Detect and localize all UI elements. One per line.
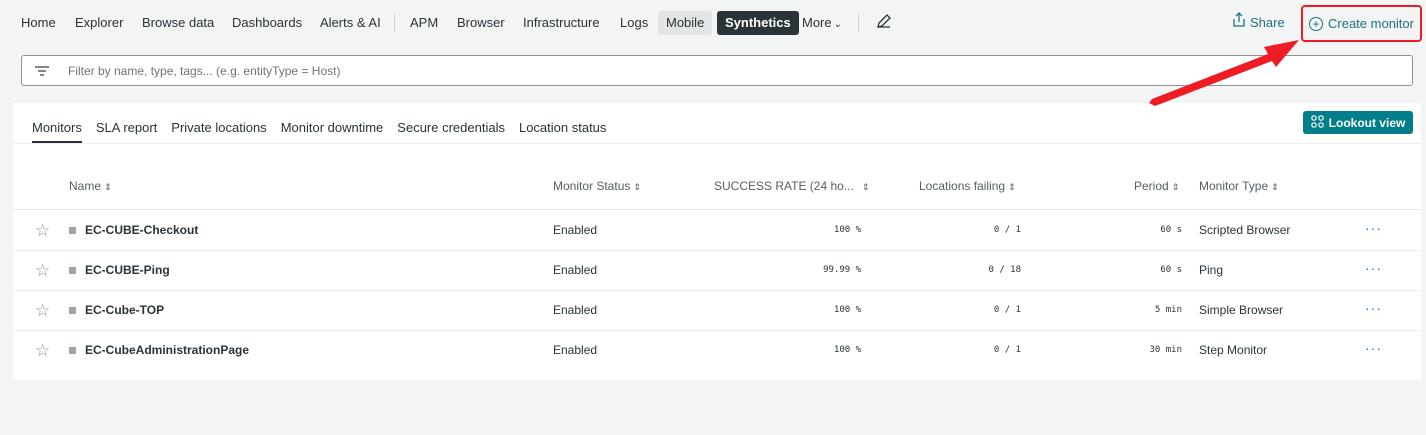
- success-rate: 100 %: [833, 345, 861, 355]
- monitor-type: Scripted Browser: [1199, 223, 1291, 237]
- monitor-name[interactable]: EC-CubeAdministrationPage: [85, 343, 249, 357]
- share-icon: [1232, 11, 1246, 35]
- col-success-label: SUCCESS RATE (24 ho...: [714, 179, 854, 193]
- star-icon[interactable]: ☆: [35, 262, 50, 279]
- share-label: Share: [1250, 15, 1285, 30]
- monitor-type: Step Monitor: [1199, 343, 1268, 357]
- period: 5 min: [1154, 305, 1182, 315]
- ellipsis-icon[interactable]: ···: [1365, 220, 1382, 236]
- monitor-status: Enabled: [553, 263, 598, 277]
- nav-synthetics[interactable]: Synthetics: [717, 11, 799, 35]
- sort-icon: ⇕: [104, 182, 112, 192]
- nav-explorer[interactable]: Explorer: [75, 11, 123, 35]
- col-period-label: Period: [1134, 179, 1169, 193]
- col-failing-label: Locations failing: [919, 179, 1006, 193]
- success-rate: 100 %: [833, 225, 861, 235]
- nav-dashboards[interactable]: Dashboards: [232, 11, 302, 35]
- tab-location-status[interactable]: Location status: [519, 117, 606, 143]
- col-success-rate[interactable]: SUCCESS RATE (24 ho... ⇕: [714, 179, 869, 193]
- col-name[interactable]: Name ⇕: [69, 179, 112, 193]
- lookout-view-label: Lookout view: [1328, 115, 1406, 130]
- nav-divider: [394, 14, 395, 32]
- sort-icon: ⇕: [1171, 182, 1180, 192]
- tab-private-locations[interactable]: Private locations: [171, 117, 266, 143]
- locations-failing: 0 / 18: [988, 265, 1021, 275]
- top-navigation: Home Explorer Browse data Dashboards Ale…: [0, 0, 1426, 45]
- table-row[interactable]: ☆ EC-CUBE-Ping Enabled 99.99 % 0 / 18 60…: [13, 251, 1421, 291]
- star-icon[interactable]: ☆: [35, 222, 50, 239]
- monitors-panel: Monitors SLA report Private locations Mo…: [13, 103, 1421, 380]
- nav-infrastructure[interactable]: Infrastructure: [523, 11, 600, 35]
- nav-more-label: More: [802, 15, 832, 30]
- monitor-status: Enabled: [553, 343, 598, 357]
- ellipsis-icon[interactable]: ···: [1365, 340, 1382, 356]
- period: 60 s: [1160, 265, 1182, 275]
- create-monitor-label: Create monitor: [1328, 16, 1414, 31]
- filter-icon: [22, 65, 62, 77]
- tab-bar: Monitors SLA report Private locations Mo…: [32, 117, 606, 143]
- filter-bar: [21, 55, 1413, 86]
- col-type-label: Monitor Type: [1199, 179, 1269, 193]
- monitor-name[interactable]: EC-Cube-TOP: [85, 303, 164, 317]
- table-header: Name ⇕ Monitor Status ⇕ SUCCESS RATE (24 h…: [13, 177, 1421, 210]
- lookout-view-button[interactable]: Lookout view: [1303, 111, 1413, 134]
- ellipsis-icon[interactable]: ···: [1365, 260, 1382, 276]
- filter-input[interactable]: [68, 63, 1368, 78]
- nav-mobile[interactable]: Mobile: [658, 11, 713, 35]
- status-square: [69, 347, 76, 354]
- tab-secure-credentials[interactable]: Secure credentials: [397, 117, 505, 143]
- create-monitor-button[interactable]: + Create monitor: [1301, 5, 1422, 42]
- status-square: [69, 267, 76, 274]
- period: 60 s: [1160, 225, 1182, 235]
- sort-icon: ⇕: [1271, 182, 1279, 192]
- period: 30 min: [1149, 345, 1182, 355]
- status-square: [69, 227, 76, 234]
- monitor-name[interactable]: EC-CUBE-Checkout: [85, 223, 198, 237]
- monitor-status: Enabled: [553, 303, 598, 317]
- share-button[interactable]: Share: [1232, 11, 1285, 35]
- nav-more[interactable]: More ⌄: [802, 11, 842, 35]
- locations-failing: 0 / 1: [993, 345, 1021, 355]
- col-status-label: Monitor Status: [553, 179, 631, 193]
- monitor-type: Simple Browser: [1199, 303, 1284, 317]
- nav-apm[interactable]: APM: [410, 11, 438, 35]
- locations-failing: 0 / 1: [993, 225, 1021, 235]
- nav-home[interactable]: Home: [21, 11, 56, 35]
- star-icon[interactable]: ☆: [35, 342, 50, 359]
- success-rate: 99.99 %: [823, 265, 861, 275]
- nav-logs[interactable]: Logs: [620, 11, 648, 35]
- status-square: [69, 307, 76, 314]
- col-name-label: Name: [69, 179, 102, 193]
- nav-divider: [858, 14, 859, 32]
- ellipsis-icon[interactable]: ···: [1365, 300, 1382, 316]
- table-row[interactable]: ☆ EC-CUBE-Checkout Enabled 100 % 0 / 1 6…: [13, 211, 1421, 251]
- col-monitor-status[interactable]: Monitor Status ⇕: [553, 179, 641, 193]
- sort-icon: ⇕: [633, 182, 641, 192]
- monitor-name[interactable]: EC-CUBE-Ping: [85, 263, 170, 277]
- tab-monitor-downtime[interactable]: Monitor downtime: [281, 117, 384, 143]
- chevron-down-icon: ⌄: [833, 19, 843, 30]
- table-row[interactable]: ☆ EC-CubeAdministrationPage Enabled 100 …: [13, 331, 1421, 371]
- nav-browse-data[interactable]: Browse data: [142, 11, 214, 35]
- table-row[interactable]: ☆ EC-Cube-TOP Enabled 100 % 0 / 1 5 min …: [13, 291, 1421, 331]
- sort-icon: ⇕: [1008, 182, 1016, 192]
- tab-sla-report[interactable]: SLA report: [96, 117, 157, 143]
- lookout-grid-icon: [1310, 114, 1324, 131]
- sort-icon: ⇕: [861, 182, 870, 192]
- success-rate: 100 %: [833, 305, 861, 315]
- col-locations-failing[interactable]: Locations failing ⇕: [919, 179, 1016, 193]
- star-icon[interactable]: ☆: [35, 302, 50, 319]
- col-monitor-type[interactable]: Monitor Type ⇕: [1199, 179, 1279, 193]
- nav-alerts-ai[interactable]: Alerts & AI: [320, 11, 381, 35]
- tab-monitors[interactable]: Monitors: [32, 117, 82, 143]
- monitor-status: Enabled: [553, 223, 598, 237]
- plus-circle-icon: +: [1309, 16, 1323, 31]
- pencil-icon[interactable]: [875, 12, 893, 36]
- col-period[interactable]: Period ⇕: [1134, 179, 1179, 193]
- tab-divider: [13, 143, 1421, 144]
- monitor-type: Ping: [1199, 263, 1224, 277]
- locations-failing: 0 / 1: [993, 305, 1021, 315]
- nav-browser[interactable]: Browser: [457, 11, 505, 35]
